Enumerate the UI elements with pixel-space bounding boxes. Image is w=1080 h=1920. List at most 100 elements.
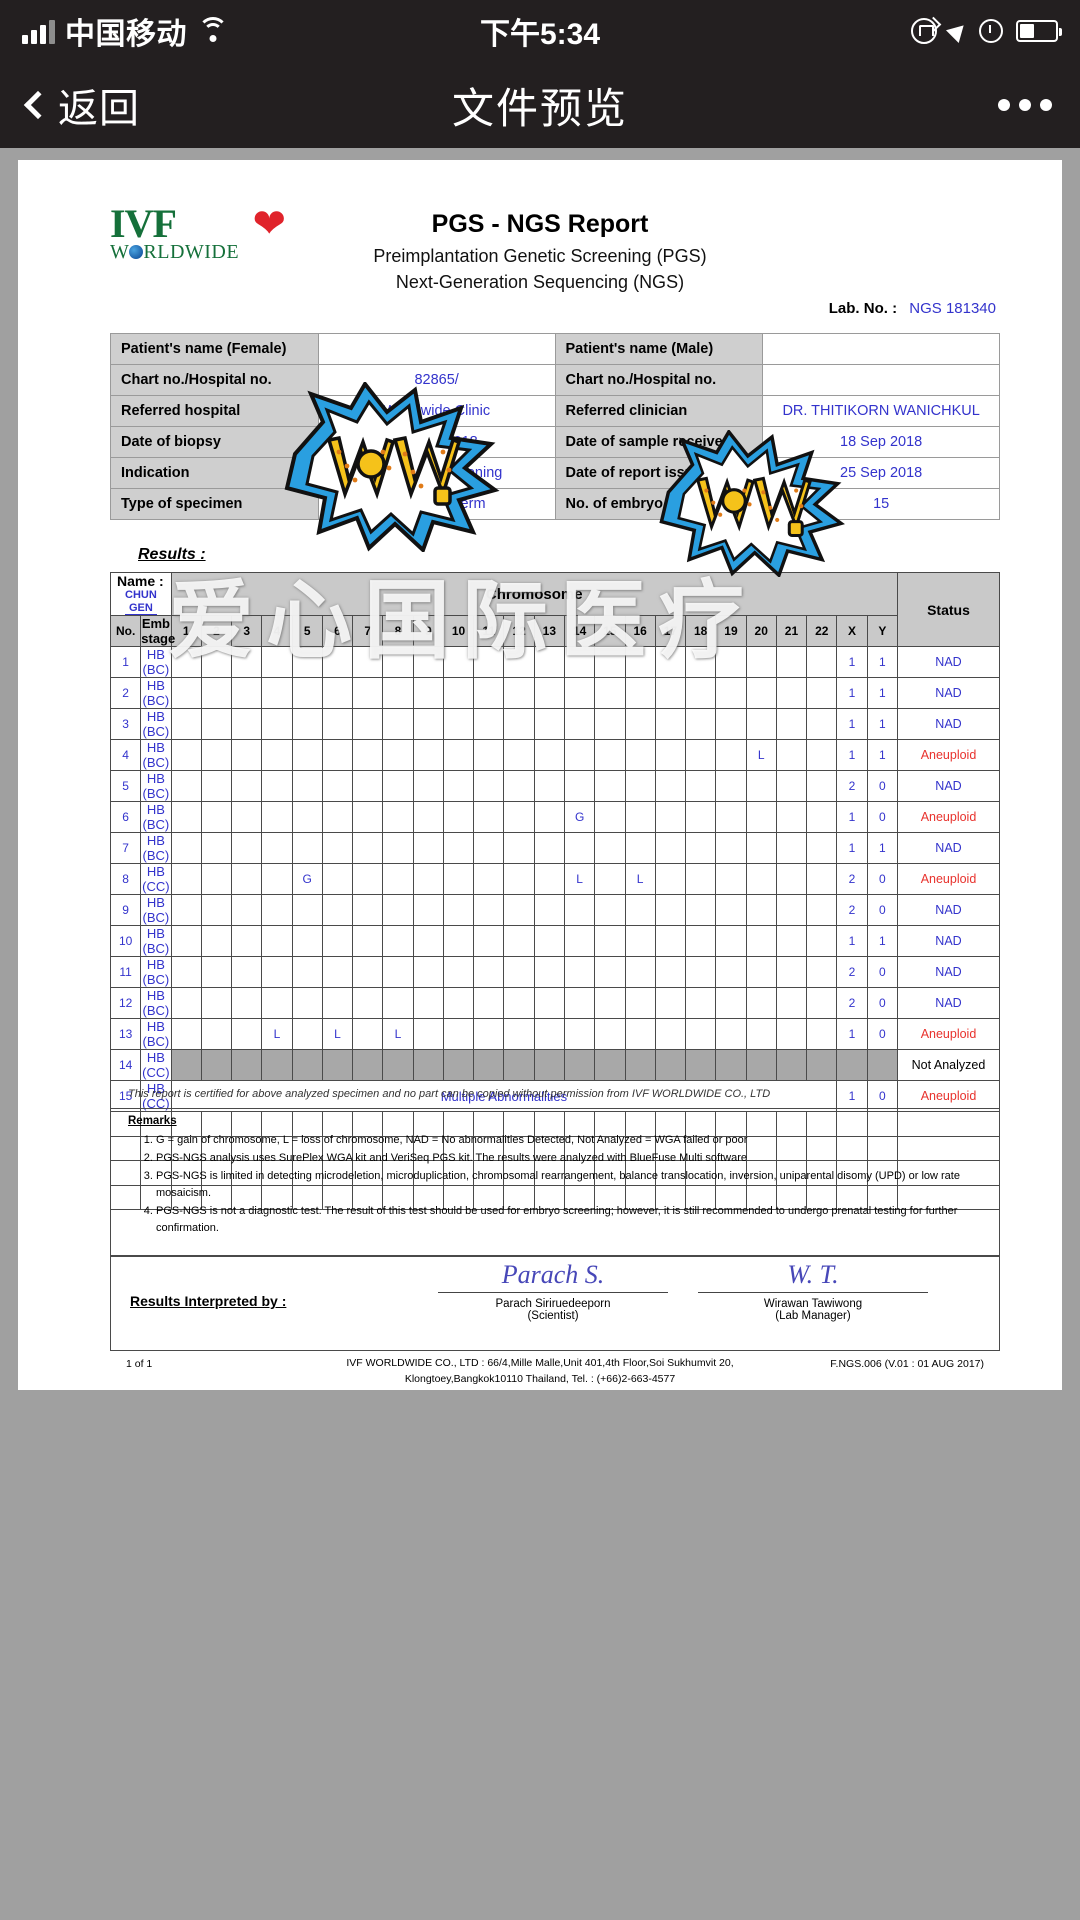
cell-chr-9 (412, 646, 444, 679)
cell-chr-12 (503, 863, 535, 896)
cell-emb-stage: HB (BC) (140, 925, 172, 958)
cell-chr-20 (745, 677, 777, 710)
table-row: 9 HB (BC) 2 0 NAD (109, 894, 1000, 927)
interpreted-by-label: Results Interpreted by : (130, 1293, 287, 1309)
cell-chr-21 (775, 925, 808, 958)
cell-chr-20: L (745, 739, 777, 772)
cell-chr-18 (685, 925, 717, 958)
cell-chr-2 (200, 925, 233, 958)
status-badge: NAD (897, 956, 1000, 989)
cell-chr-22 (806, 801, 838, 834)
cell-chr-2 (200, 677, 233, 710)
remark-item: G = gain of chromosome, L = loss of chro… (156, 1132, 990, 1149)
cell-chr-22 (806, 832, 838, 865)
cell-chr-4 (261, 956, 293, 989)
cell-emb-stage: HB (BC) (140, 677, 172, 710)
cell-chr-3 (231, 956, 263, 989)
remarks-list: G = gain of chromosome, L = loss of chro… (130, 1132, 990, 1238)
cell-chr-21 (775, 832, 808, 865)
cell-chr-14 (563, 894, 596, 927)
cell-chr-9 (412, 801, 444, 834)
results-header-row-top: Name :CHUN GEN Chromosome Status (110, 571, 1000, 648)
cell-chr-18 (685, 646, 717, 679)
cell-no: 8 (109, 863, 142, 896)
status-badge: Not Analyzed (897, 1049, 1000, 1082)
status-bar-right (911, 18, 1062, 44)
cell-x: 2 (836, 956, 868, 989)
cell-chr-1 (170, 863, 202, 896)
cell-chr-7 (352, 956, 384, 989)
cell-chr-19 (715, 646, 747, 679)
cell-chr-16 (624, 1049, 656, 1082)
document-footer: 1 of 1 IVF WORLDWIDE CO., LTD : 66/4,Mil… (18, 1356, 1062, 1388)
cell-chr-4 (261, 863, 293, 896)
cell-chr-2 (200, 1049, 233, 1082)
name-value: CHUN GEN (125, 589, 157, 616)
col-header-emb-stage: Emb stage (140, 615, 176, 648)
col-header-chr-11: 11 (473, 615, 505, 648)
cell-chr-10 (442, 925, 475, 958)
cell-chr-19 (715, 894, 747, 927)
cell-x: 1 (836, 832, 868, 865)
cell-chr-4 (261, 987, 293, 1020)
report-title-block: PGS - NGS Report Preimplantation Genetic… (18, 210, 1062, 293)
cell-chr-7 (352, 832, 384, 865)
info-label: Chart no./Hospital no. (554, 364, 764, 396)
cell-chr-13 (533, 739, 565, 772)
cell-chr-12 (503, 1018, 535, 1051)
cell-chr-3 (231, 863, 263, 896)
cell-chr-13 (533, 1049, 565, 1082)
patient-info-row: Referred hospital Worldwide Clinic Referre… (110, 395, 1000, 427)
more-options-button[interactable] (998, 99, 1052, 111)
status-badge: NAD (897, 708, 1000, 741)
cell-chr-12 (503, 987, 535, 1020)
cell-chr-16 (624, 770, 656, 803)
cell-chr-1 (170, 1049, 202, 1082)
cell-y: 0 (866, 863, 899, 896)
cell-chr-18 (685, 770, 717, 803)
cell-chr-8 (382, 677, 414, 710)
cell-chr-19 (715, 987, 747, 1020)
cell-chr-6 (321, 956, 354, 989)
cell-chr-13 (533, 987, 565, 1020)
table-row: 1 HB (BC) 1 1 NAD (109, 646, 1000, 679)
cell-chr-9 (412, 863, 444, 896)
cell-no: 7 (109, 832, 142, 865)
cell-chr-19 (715, 739, 747, 772)
cell-chr-21 (775, 739, 808, 772)
cell-chr-6 (321, 739, 354, 772)
patient-name-cell: Name :CHUN GEN (110, 571, 172, 617)
cell-chr-21 (775, 646, 808, 679)
info-label: Date of sample received (554, 426, 764, 458)
cell-chr-10 (442, 708, 475, 741)
cell-chr-1 (170, 832, 202, 865)
cell-chr-2 (200, 956, 233, 989)
cell-chr-15 (594, 708, 626, 741)
cell-y: 1 (866, 646, 899, 679)
info-value: Trophectoderm (317, 488, 556, 520)
cell-y: 1 (866, 739, 899, 772)
cell-chr-20 (745, 1018, 777, 1051)
cell-chr-13 (533, 863, 565, 896)
info-value: 18 Sep 2018 (762, 426, 1000, 458)
cell-x: 1 (836, 925, 868, 958)
cell-chr-17 (654, 708, 687, 741)
cell-chr-11 (473, 801, 505, 834)
cell-chr-17 (654, 894, 687, 927)
cell-emb-stage: HB (CC) (140, 863, 172, 896)
cell-chr-4 (261, 894, 293, 927)
cell-no: 11 (109, 956, 142, 989)
table-row: 5 HB (BC) 2 0 NAD (109, 770, 1000, 803)
cell-chr-16 (624, 646, 656, 679)
cell-chr-22 (806, 646, 838, 679)
cell-chr-16 (624, 739, 656, 772)
cell-chr-15 (594, 770, 626, 803)
cell-chr-11 (473, 1018, 505, 1051)
cell-chr-22 (806, 925, 838, 958)
cell-chr-4 (261, 646, 293, 679)
cell-chr-15 (594, 677, 626, 710)
cell-chr-21 (775, 863, 808, 896)
document-scroll-area[interactable]: IVF W RLDWIDE ❤ PGS - NGS Report Preimpla… (0, 148, 1080, 1390)
cell-chr-8 (382, 739, 414, 772)
cell-chr-22 (806, 956, 838, 989)
